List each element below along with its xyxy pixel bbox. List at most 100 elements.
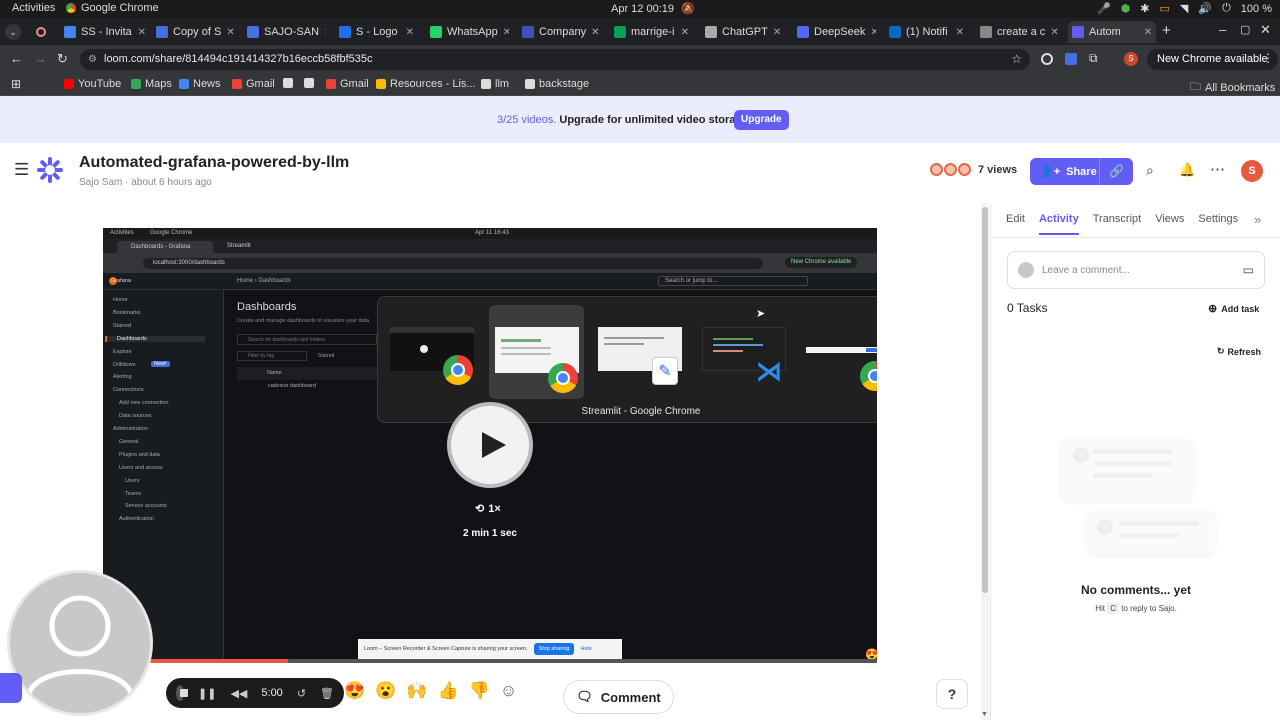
- hide-button[interactable]: Hide: [580, 646, 591, 652]
- recorder-side-tab[interactable]: [0, 673, 22, 703]
- copy-link-button[interactable]: 🔗: [1099, 158, 1133, 185]
- tab-8[interactable]: DeepSeek ✕: [793, 21, 876, 43]
- add-reaction-icon[interactable]: ☺: [500, 681, 517, 701]
- search-icon[interactable]: ⌕: [1146, 162, 1154, 179]
- recording-icon[interactable]: [36, 27, 46, 37]
- bookmark-item[interactable]: Maps: [131, 78, 172, 90]
- comment-input[interactable]: Leave a comment... ▭: [1007, 251, 1265, 289]
- tab-10[interactable]: create a c ✕: [976, 21, 1059, 43]
- tab-close-icon[interactable]: ✕: [406, 27, 414, 38]
- play-button[interactable]: [447, 402, 533, 488]
- bookmark-item[interactable]: Resources - Lis...: [376, 78, 476, 90]
- address-bar[interactable]: ⚙ loom.com/share/814494c191414327b16eccb…: [80, 49, 1030, 70]
- tab-4[interactable]: WhatsApp ✕: [426, 21, 509, 43]
- tab-close-icon[interactable]: ✕: [226, 27, 234, 38]
- reaction-heart-eyes-icon[interactable]: 😍: [344, 681, 365, 701]
- tab-close-icon[interactable]: ✕: [138, 27, 146, 38]
- add-task-button[interactable]: ⊕ Add task: [1208, 302, 1259, 315]
- tab-1[interactable]: Copy of S ✕: [152, 21, 236, 43]
- bookmark-item[interactable]: [283, 78, 293, 88]
- activities-button[interactable]: Activities: [12, 2, 55, 14]
- panel-tab-views[interactable]: Views: [1155, 213, 1184, 235]
- video-title[interactable]: Automated-grafana-powered-by-llm: [79, 154, 349, 172]
- bell-icon[interactable]: 🔔: [1179, 162, 1195, 178]
- refresh-button[interactable]: ↻ Refresh: [1217, 346, 1261, 357]
- panel-tab-settings[interactable]: Settings: [1198, 213, 1238, 235]
- bookmark-star-icon[interactable]: ☆: [1011, 49, 1022, 70]
- loom-logo-icon[interactable]: [36, 156, 64, 184]
- reload-icon[interactable]: ↻: [57, 51, 68, 67]
- tab-6[interactable]: marrige-i ✕: [610, 21, 693, 43]
- author-name[interactable]: Sajo Sam: [79, 177, 122, 188]
- bookmark-item[interactable]: backstage: [525, 78, 589, 90]
- views-count[interactable]: 7 views: [978, 164, 1017, 176]
- window-maximize-button[interactable]: ▢: [1240, 23, 1250, 36]
- tab-close-icon[interactable]: ✕: [773, 27, 781, 38]
- more-options-icon[interactable]: ⋯: [1210, 160, 1225, 178]
- content-scrollbar[interactable]: ▼: [981, 203, 989, 720]
- scrollbar-thumb[interactable]: [982, 207, 988, 593]
- new-chrome-available-button[interactable]: New Chrome available: [1147, 49, 1278, 70]
- stop-recording-button[interactable]: [176, 685, 188, 701]
- window-minimize-button[interactable]: –: [1219, 22, 1226, 37]
- bookmark-item[interactable]: Gmail: [326, 78, 369, 90]
- bookmark-item[interactable]: llm: [481, 78, 509, 90]
- bookmark-item[interactable]: YouTube: [64, 78, 121, 90]
- bookmark-item[interactable]: [304, 78, 314, 88]
- playback-speed[interactable]: ⟲ 1×: [475, 502, 501, 516]
- tab-close-icon[interactable]: ✕: [324, 27, 326, 38]
- tab-0[interactable]: SS - Invita ✕: [60, 21, 150, 43]
- tab-close-icon[interactable]: ✕: [870, 27, 876, 38]
- forward-icon[interactable]: →: [34, 51, 47, 66]
- user-avatar[interactable]: S: [1241, 160, 1263, 182]
- restart-icon[interactable]: ↺: [297, 687, 306, 700]
- viewer-avatars[interactable]: [930, 163, 971, 176]
- extensions-puzzle-icon[interactable]: ⧉: [1089, 51, 1098, 66]
- extension-icon-1[interactable]: [1041, 53, 1053, 65]
- stop-sharing-button[interactable]: Stop sharing: [533, 643, 575, 655]
- panel-tab-activity[interactable]: Activity: [1038, 213, 1079, 235]
- bookmark-item[interactable]: News: [179, 78, 221, 90]
- app-switcher-item-text-editor[interactable]: ✎: [596, 317, 684, 385]
- reaction-thumbs-down-icon[interactable]: 👎: [469, 681, 490, 701]
- apps-grid-icon[interactable]: ⊞: [11, 77, 21, 91]
- tab-close-icon[interactable]: ✕: [956, 27, 964, 38]
- profile-avatar[interactable]: S: [1124, 52, 1138, 66]
- extension-icon-2[interactable]: [1065, 53, 1077, 65]
- os-app-menu[interactable]: Google Chrome: [66, 2, 159, 14]
- tab-7[interactable]: ChatGPT ✕: [701, 21, 784, 43]
- app-switcher-item-chrome-3[interactable]: [804, 317, 877, 391]
- share-button[interactable]: 👤+ Share: [1030, 158, 1107, 185]
- video-comment-icon[interactable]: ▭: [1243, 263, 1254, 277]
- video-player[interactable]: Activities Google Chrome Apr 11 16:43 Da…: [103, 228, 877, 663]
- os-clock[interactable]: Apr 12 00:19 🔕: [611, 2, 695, 15]
- bookmark-item[interactable]: Gmail: [232, 78, 275, 90]
- tab-close-icon[interactable]: ✕: [681, 27, 689, 38]
- trash-icon[interactable]: 🗑: [320, 687, 334, 700]
- app-switcher-item-chrome-1[interactable]: [388, 317, 476, 385]
- all-bookmarks-button[interactable]: 🗀 All Bookmarks: [1190, 78, 1275, 97]
- chrome-menu-icon[interactable]: ⋮: [1262, 51, 1274, 65]
- reaction-surprised-icon[interactable]: 😮: [375, 681, 396, 701]
- reaction-thumbs-up-icon[interactable]: 👍: [438, 681, 459, 701]
- panel-tab-transcript[interactable]: Transcript: [1093, 213, 1142, 235]
- hamburger-menu-icon[interactable]: ☰: [14, 160, 29, 180]
- reaction-raised-hands-icon[interactable]: 🙌: [406, 681, 427, 701]
- tab-3[interactable]: S - Logo ✕: [335, 21, 418, 43]
- scroll-down-arrow[interactable]: ▼: [981, 711, 988, 718]
- tab-2[interactable]: SAJO-SAN ✕: [243, 21, 326, 43]
- help-button[interactable]: ?: [936, 679, 968, 709]
- tab-11[interactable]: Autom ✕: [1068, 21, 1156, 43]
- tab-9[interactable]: (1) Notifi ✕: [885, 21, 968, 43]
- tab-close-icon[interactable]: ✕: [591, 27, 599, 38]
- video-progress-bar[interactable]: [103, 659, 877, 663]
- panel-tab-edit[interactable]: Edit: [1006, 213, 1025, 235]
- new-tab-button[interactable]: +: [1162, 22, 1171, 39]
- tab-close-icon[interactable]: ✕: [1144, 27, 1152, 38]
- rewind-icon[interactable]: ◀◀: [230, 687, 247, 700]
- back-icon[interactable]: ←: [10, 51, 23, 66]
- window-close-button[interactable]: ✕: [1260, 22, 1271, 38]
- tab-close-icon[interactable]: ✕: [1050, 27, 1058, 38]
- tab-close-icon[interactable]: ✕: [503, 27, 509, 38]
- collapse-panel-icon[interactable]: »: [1254, 212, 1261, 227]
